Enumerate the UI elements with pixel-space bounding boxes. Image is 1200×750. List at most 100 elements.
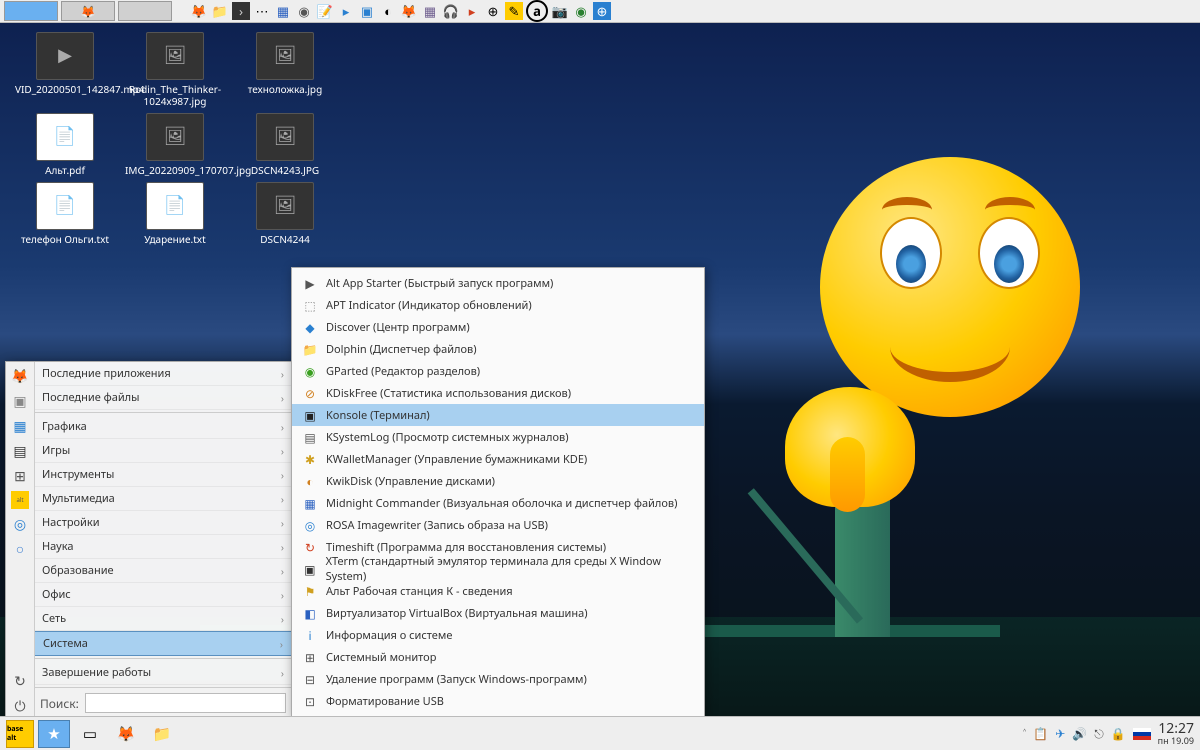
launcher-audio-icon[interactable]: 🎧 <box>442 2 460 20</box>
launcher-files-icon[interactable]: 📁 <box>211 2 229 20</box>
launcher-app-icon[interactable]: ▦ <box>274 2 292 20</box>
launcher-gimp-icon[interactable]: 🦊 <box>400 2 418 20</box>
chevron-right-icon: › <box>281 391 284 405</box>
desktop-icon[interactable]: 🖼Rodin_The_Thinker-1024x987.jpg <box>125 32 225 107</box>
submenu-item-label: GParted (Редактор разделов) <box>326 364 480 379</box>
launcher-app-icon[interactable]: 📝 <box>316 2 334 20</box>
desktop-icon[interactable]: 🖼IMG_20220909_170707.jpg <box>125 113 225 176</box>
menu-category[interactable]: Образование› <box>34 559 292 583</box>
launcher-app-icon[interactable]: ⊕ <box>593 2 611 20</box>
fav-app-icon[interactable]: ▣ <box>10 391 30 411</box>
submenu-item[interactable]: ◆Discover (Центр программ) <box>292 316 704 338</box>
launcher-app-icon[interactable]: a <box>526 0 548 22</box>
tray-volume-icon[interactable]: 🔊 <box>1072 725 1087 742</box>
fav-app-icon[interactable]: ◎ <box>10 514 30 534</box>
menu-category-label: Мультимедиа <box>42 491 115 506</box>
desktop-icon-label: IMG_20220909_170707.jpg <box>125 164 225 176</box>
launcher-app-icon[interactable]: ▸ <box>463 2 481 20</box>
launcher-app-icon[interactable]: ✎ <box>505 2 523 20</box>
submenu-item[interactable]: ✱KWalletManager (Управление бумажниками … <box>292 448 704 470</box>
submenu-item-label: Виртуализатор VirtualBox (Виртуальная ма… <box>326 606 588 621</box>
fav-app-icon[interactable]: ⊞ <box>10 466 30 486</box>
panel-task-firefox[interactable]: 🦊 <box>110 720 142 748</box>
fav-app-icon[interactable]: ▤ <box>10 441 30 461</box>
task-button[interactable] <box>118 1 172 21</box>
launcher-more-icon[interactable]: ⋯ <box>253 2 271 20</box>
fav-chromium-icon[interactable]: ○ <box>10 539 30 559</box>
desktop-icon[interactable]: 📄телефон Ольги.txt <box>15 182 115 245</box>
fav-recent-icon[interactable]: ↻ <box>10 671 30 691</box>
desktop-icon[interactable]: 🖼DSCN4243.JPG <box>235 113 335 176</box>
launcher-app-icon[interactable]: 📷 <box>551 2 569 20</box>
submenu-item[interactable]: ◐KwikDisk (Управление дисками) <box>292 470 704 492</box>
submenu-item[interactable]: ⬚APT Indicator (Индикатор обновлений) <box>292 294 704 316</box>
panel-task[interactable]: ▭ <box>74 720 106 748</box>
menu-category[interactable]: Офис› <box>34 583 292 607</box>
submenu-item[interactable]: ⊞Системный монитор <box>292 646 704 668</box>
tray-clipboard-icon[interactable]: 📋 <box>1033 725 1048 742</box>
menu-category[interactable]: Мультимедиа › <box>34 487 292 511</box>
desktop-icons-grid: ▶VID_20200501_142847.mp4🖼Rodin_The_Think… <box>15 32 335 245</box>
chevron-right-icon: › <box>281 444 284 458</box>
submenu-item[interactable]: ◉GParted (Редактор разделов) <box>292 360 704 382</box>
tray-telegram-icon[interactable]: ✈ <box>1055 725 1065 742</box>
submenu-item[interactable]: ▶Alt App Starter (Быстрый запуск програм… <box>292 272 704 294</box>
submenu-item[interactable]: ◧Виртуализатор VirtualBox (Виртуальная м… <box>292 602 704 624</box>
start-button[interactable]: base alt <box>6 720 34 748</box>
submenu-item[interactable]: ◎ROSA Imagewriter (Запись образа на USB) <box>292 514 704 536</box>
submenu-item[interactable]: ℹИнформация о системе <box>292 624 704 646</box>
panel-task-files[interactable]: 📁 <box>146 720 178 748</box>
desktop-icon[interactable]: 📄Альт.pdf <box>15 113 115 176</box>
submenu-item[interactable]: ▣XTerm (стандартный эмулятор терминала д… <box>292 558 704 580</box>
panel-clock[interactable]: 12:27 пн 19.09 <box>1158 722 1194 745</box>
launcher-app-icon[interactable]: ▦ <box>421 2 439 20</box>
tray-lock-icon[interactable]: 🔒 <box>1111 725 1126 742</box>
desktop-icon-label: Ударение.txt <box>125 233 225 245</box>
app-icon: ▣ <box>302 407 318 423</box>
task-button[interactable] <box>4 1 58 21</box>
tray-chevron-icon[interactable]: ˄ <box>1023 725 1026 742</box>
desktop-icon[interactable]: 🖼техноложка.jpg <box>235 32 335 107</box>
submenu-item[interactable]: ▤KSystemLog (Просмотр системных журналов… <box>292 426 704 448</box>
menu-search-input[interactable] <box>85 693 286 713</box>
tray-wifi-icon[interactable]: ⎋ <box>1094 725 1104 742</box>
chevron-right-icon: › <box>281 492 284 506</box>
submenu-item[interactable]: ▦Midnight Commander (Визуальная оболочка… <box>292 492 704 514</box>
tray-keyboard-layout-ru[interactable] <box>1133 728 1151 740</box>
launcher-terminal-icon[interactable]: › <box>232 2 250 20</box>
fav-alt-icon[interactable]: alt <box>11 491 29 509</box>
fav-power-icon[interactable]: ⏻ <box>10 696 30 716</box>
submenu-item[interactable]: 📁Dolphin (Диспетчер файлов) <box>292 338 704 360</box>
menu-category[interactable]: Сеть› <box>34 607 292 631</box>
menu-shutdown[interactable]: Завершение работы› <box>34 661 292 685</box>
submenu-item[interactable]: ▣Konsole (Терминал) <box>292 404 704 426</box>
menu-category[interactable]: Графика› <box>34 415 292 439</box>
launcher-app-icon[interactable]: ⊕ <box>484 2 502 20</box>
image-thumbnail-icon: 🖼 <box>256 32 314 80</box>
launcher-app-icon[interactable]: ◉ <box>295 2 313 20</box>
menu-category[interactable]: Наука› <box>34 535 292 559</box>
launcher-app-icon[interactable]: ▸ <box>337 2 355 20</box>
video-thumbnail-icon: ▶ <box>36 32 94 80</box>
app-icon: ⊡ <box>302 693 318 709</box>
desktop-icon[interactable]: ▶VID_20200501_142847.mp4 <box>15 32 115 107</box>
launcher-firefox-icon[interactable]: 🦊 <box>190 2 208 20</box>
menu-recent-files[interactable]: Последние файлы› <box>34 386 292 410</box>
submenu-item[interactable]: ⊘KDiskFree (Статистика использования дис… <box>292 382 704 404</box>
desktop-icon[interactable]: 🖼DSCN4244 <box>235 182 335 245</box>
task-button[interactable]: 🦊 <box>61 1 115 21</box>
panel-launcher-star[interactable]: ★ <box>38 720 70 748</box>
submenu-item[interactable]: ⊡Форматирование USB <box>292 690 704 712</box>
submenu-item[interactable]: ⊟Удаление программ (Запуск Windows-прогр… <box>292 668 704 690</box>
fav-app-icon[interactable]: ▦ <box>10 416 30 436</box>
menu-category[interactable]: Инструменты› <box>34 463 292 487</box>
menu-category[interactable]: Система› <box>34 631 292 656</box>
menu-category[interactable]: Игры› <box>34 439 292 463</box>
fav-firefox-icon[interactable]: 🦊 <box>10 366 30 386</box>
launcher-app-icon[interactable]: ◉ <box>572 2 590 20</box>
launcher-app-icon[interactable]: ◐ <box>379 2 397 20</box>
menu-recent-apps[interactable]: Последние приложения› <box>34 362 292 386</box>
launcher-app-icon[interactable]: ▣ <box>358 2 376 20</box>
desktop-icon[interactable]: 📄Ударение.txt <box>125 182 225 245</box>
menu-category[interactable]: Настройки› <box>34 511 292 535</box>
